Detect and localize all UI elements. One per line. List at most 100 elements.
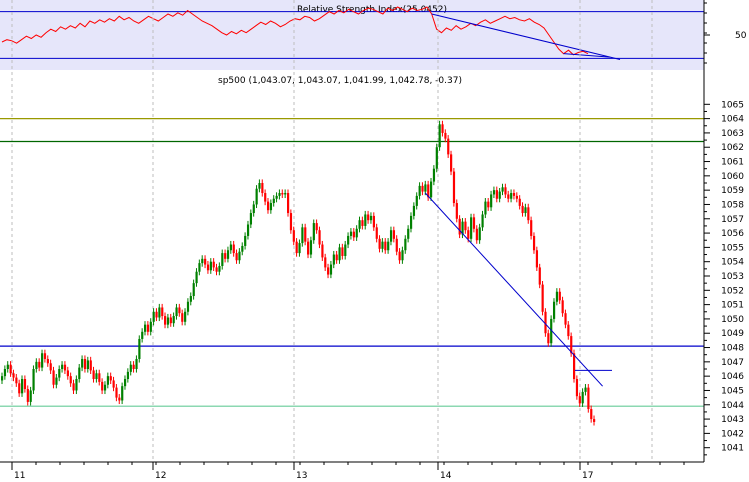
candle-body [381,241,384,249]
candle-body [32,369,35,391]
price-x-tick-label: 11 [14,471,25,481]
candle-body [123,379,127,387]
candle-body [195,271,198,284]
price-tick-label: 1043 [721,415,744,425]
candle-body [66,370,69,377]
candle-body [527,207,530,221]
candle-body [155,311,158,318]
price-y-axis: 1041 1042 1043 1044 1045 1046 1047 1048 1049 1050… [703,70,744,462]
price-x-axis: 11 12 13 14 17 [0,461,704,481]
candle-body [109,376,112,381]
candle-body [438,124,441,148]
price-x-tick-label: 14 [440,471,452,481]
candle-body [275,195,278,199]
candle-body [404,238,407,251]
candle-body [232,244,235,254]
price-tick-label: 1049 [721,329,744,339]
candle-body [541,284,544,312]
candle-body [361,220,364,226]
candle-body [318,230,321,245]
candle-body [106,376,110,385]
candle-body [458,218,461,235]
candle-body [86,360,89,369]
price-x-tick-label: 13 [296,471,307,481]
candle-body [367,214,370,221]
candle-body [112,380,115,388]
candle-body [146,324,150,332]
candle-body [415,195,418,206]
candle-body [9,364,12,374]
candle-body [347,235,350,245]
candle-body [3,369,7,377]
candle-body [535,250,539,268]
candle-body [518,198,521,206]
candle-body [301,227,304,244]
price-tick-label: 1045 [721,386,744,396]
candle-body [58,369,61,378]
candle-body [412,205,416,216]
candle-body [587,387,590,410]
candle-body [324,257,327,268]
candle-body [364,214,367,226]
price-title: sp500 (1,043.07, 1,043.07, 1,041.99, 1,0… [218,76,462,86]
candle-body [241,245,244,252]
candle-body [332,254,335,265]
candle-body [235,253,238,261]
candle-body [218,265,221,272]
candle-body [424,184,427,192]
candle-body [392,230,396,239]
candle-body [43,353,47,359]
candle-body [46,358,49,364]
candle-body [510,193,513,199]
candle-body [15,377,18,384]
candle-body [495,190,498,199]
candle-body [430,181,433,198]
candle-body [372,215,375,228]
chart-stage: Relative Strength Index(25.0452) 50 sp50… [0,0,749,482]
price-panel: 1041 1042 1043 1044 1045 1046 1047 1048 1049 1050… [0,0,744,481]
candle-body [192,283,195,297]
price-tick-label: 1053 [721,272,744,282]
price-x-tick-label: 12 [155,471,166,481]
candle-body [455,203,458,219]
price-tick-label: 1044 [721,401,744,411]
candle-body [564,313,567,325]
candle-body [103,384,107,391]
candle-body [215,267,218,272]
candle-body [441,124,444,133]
candle-body [452,171,456,204]
candle-body [515,195,518,199]
candle-body [524,207,527,214]
candle-body [304,227,307,242]
candle-body [472,217,476,229]
candle-body [78,367,81,380]
candle-body [329,264,333,275]
candle-body [387,241,390,251]
candle-body [478,227,481,241]
candle-body [72,383,75,391]
candle-body [255,188,258,205]
candle-body [144,324,147,332]
candle-body [164,316,167,325]
candle-body [18,383,21,394]
candle-body [206,264,210,271]
candle-body [184,311,187,322]
candle-body [63,364,67,371]
candle-body [12,373,15,378]
candle-body [409,215,413,229]
rsi-title: Relative Strength Index(25.0452) [297,5,447,15]
candle-body [101,381,104,391]
candle-body [481,214,484,228]
candle-body [349,231,353,236]
candle-body [169,317,172,324]
candle-body [435,147,438,169]
rsi-tick-label: 50 [735,31,747,41]
candle-body [89,360,92,371]
candle-body [121,386,124,401]
candle-body [23,379,27,390]
candle-body [575,379,579,397]
price-tick-label: 1046 [721,372,744,382]
candle-body [266,201,270,211]
candle-body [249,213,253,225]
price-tick-label: 1052 [721,286,744,296]
